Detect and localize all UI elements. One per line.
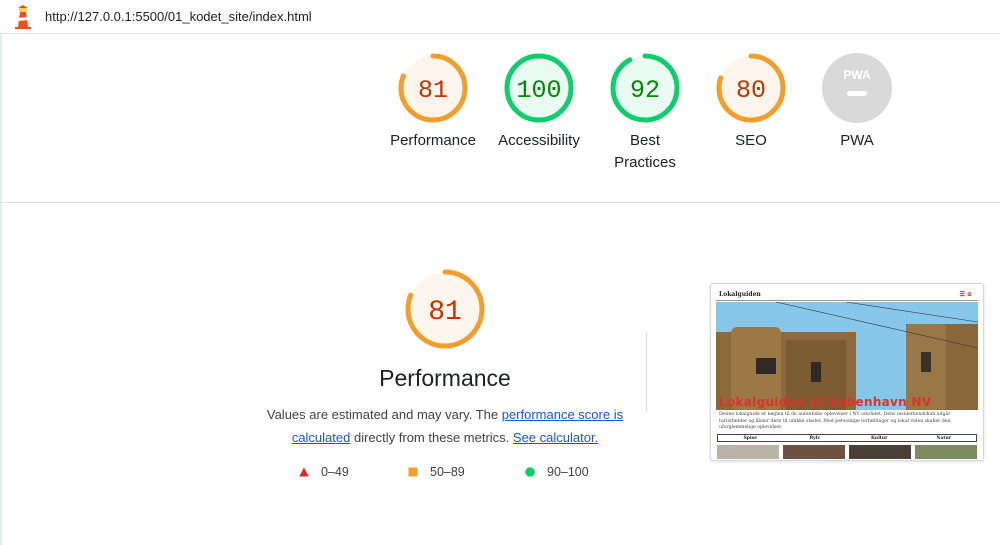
performance-title: Performance (379, 365, 511, 391)
performance-score-value: 81 (428, 297, 462, 328)
thumbnail-category: Bylv (809, 436, 821, 441)
performance-gauge: 81 (405, 269, 485, 349)
thumbnail-site-header: Lokalguiden ☰ ⊙ (716, 289, 978, 301)
gauge-accessibility[interactable]: 100 Accessibility (486, 52, 592, 152)
score-ring: 81 (398, 53, 468, 123)
score-gauges: 81 Performance 100 Accessibility 92 Best… (380, 52, 910, 182)
desc-text: directly from these metrics. (350, 430, 513, 445)
gauge-label: Best Practices (614, 132, 676, 171)
see-calculator-link[interactable]: See calculator. (513, 430, 598, 445)
thumbnail-category: Spise (743, 436, 757, 441)
score-ring: 100 (504, 53, 574, 123)
score-legend: 0–49 50–89 90–100 (295, 465, 615, 483)
hero-photo-image (716, 302, 978, 410)
thumbnail-category-image (717, 445, 779, 459)
thumbnail-category-image (915, 445, 977, 459)
square-icon (408, 467, 418, 477)
section-divider (0, 202, 1000, 203)
thumbnail-category-image (849, 445, 911, 459)
legend-range: 0–49 (321, 465, 349, 479)
address-bar: http://127.0.0.1:5500/01_kodet_site/inde… (0, 0, 1000, 34)
score-value: 81 (418, 76, 448, 105)
thumbnail-category: Natur (936, 436, 952, 441)
gauge-pwa[interactable]: PWA PWA (804, 52, 910, 152)
legend-fail: 0–49 (299, 465, 349, 479)
thumbnail-nav-icons: ☰ ⊙ (959, 291, 973, 298)
legend-average: 50–89 (408, 465, 465, 479)
score-value: 100 (516, 76, 561, 105)
thumbnail-hero-title: Lokalguiden til København NV (719, 395, 932, 409)
circle-icon (525, 467, 535, 477)
gauge-label: SEO (735, 132, 767, 149)
legend-range: 90–100 (547, 465, 589, 479)
thumbnail-intro-text: Denne lokalguide er nøglen til de autent… (719, 412, 951, 430)
score-ring: 92 (610, 53, 680, 123)
thumbnail-site-title: Lokalguiden (719, 291, 761, 298)
thumbnail-category-image (783, 445, 845, 459)
url-text[interactable]: http://127.0.0.1:5500/01_kodet_site/inde… (45, 9, 312, 24)
score-value: 80 (736, 76, 766, 105)
thumbnail-category-table: Spise Bylv Kultur Natur (717, 434, 977, 442)
thumbnail-category: Kultur (870, 436, 888, 441)
gauge-best-practices[interactable]: 92 Best Practices (592, 52, 698, 174)
gauge-performance[interactable]: 81 Performance (380, 52, 486, 152)
legend-pass: 90–100 (525, 465, 589, 479)
gauge-seo[interactable]: 80 SEO (698, 52, 804, 152)
gauge-label: PWA (840, 132, 874, 149)
vertical-separator (646, 332, 647, 412)
gauge-label: Accessibility (498, 132, 580, 149)
score-ring: 80 (716, 53, 786, 123)
pwa-badge-text: PWA (843, 68, 871, 82)
desc-text: Values are estimated and may vary. The (266, 407, 502, 422)
page-screenshot-thumbnail[interactable]: Lokalguiden ☰ ⊙ Lokalguiden til Københav… (710, 283, 984, 461)
legend-range: 50–89 (430, 465, 465, 479)
lighthouse-logo-icon (15, 5, 31, 29)
pwa-badge-icon: PWA (822, 53, 892, 123)
left-edge-line (0, 34, 2, 545)
thumbnail-hero-image: Lokalguiden til København NV (716, 302, 978, 410)
gauge-label: Performance (390, 132, 476, 149)
score-value: 92 (630, 76, 660, 105)
thumbnail-category-images (717, 445, 977, 459)
performance-description: Values are estimated and may vary. The p… (262, 403, 628, 449)
triangle-icon (299, 467, 309, 477)
